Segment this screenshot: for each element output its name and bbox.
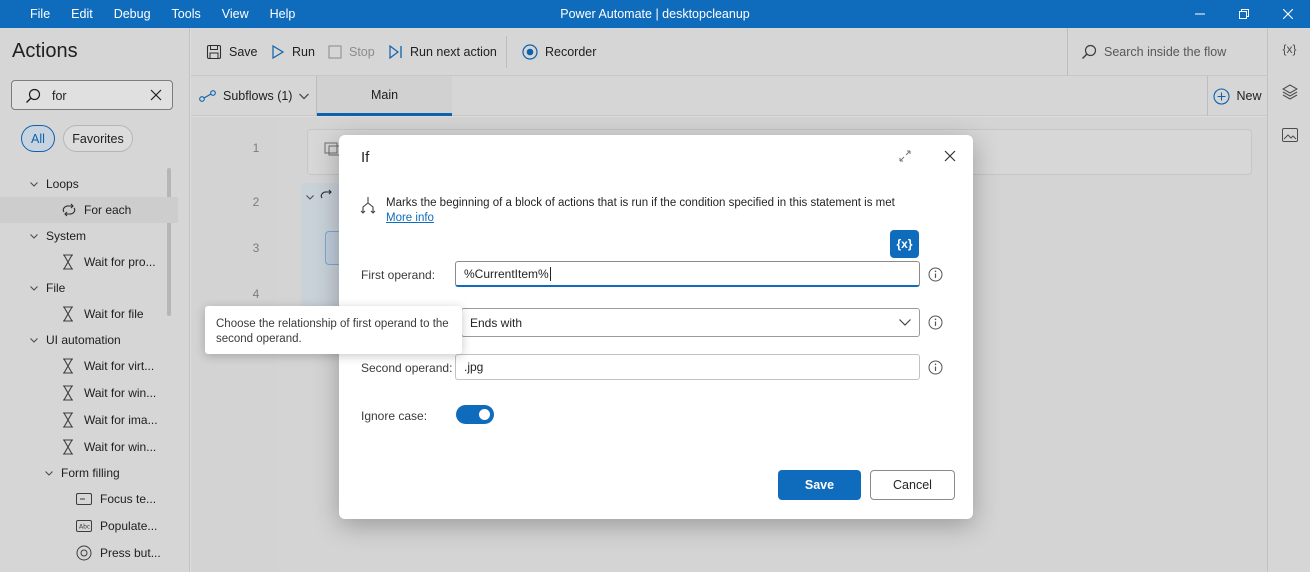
more-info-link[interactable]: More info [386, 212, 434, 224]
expand-icon[interactable] [898, 149, 912, 163]
minimize-icon [1195, 13, 1205, 15]
first-operand-input[interactable]: %CurrentItem% [455, 261, 920, 287]
info-icon[interactable] [928, 267, 943, 282]
ignore-case-label: Ignore case: [361, 409, 428, 423]
first-operand-label: First operand: [361, 268, 436, 282]
close-icon [1283, 9, 1293, 19]
operator-dropdown[interactable]: Ends with [461, 308, 920, 337]
menu-tools[interactable]: Tools [172, 7, 201, 21]
menu-bar: File Edit Debug Tools View Help [30, 0, 316, 28]
menu-edit[interactable]: Edit [71, 7, 93, 21]
second-operand-label: Second operand: [361, 361, 453, 375]
second-operand-input[interactable]: .jpg [455, 354, 920, 380]
minimize-button[interactable] [1178, 0, 1222, 28]
chevron-down-icon [899, 319, 911, 326]
menu-view[interactable]: View [222, 7, 249, 21]
close-icon[interactable] [943, 149, 957, 163]
menu-debug[interactable]: Debug [114, 7, 151, 21]
ignore-case-toggle[interactable] [456, 405, 494, 424]
branch-icon [360, 197, 376, 214]
operator-tooltip: Choose the relationship of first operand… [205, 306, 462, 354]
menu-file[interactable]: File [30, 7, 50, 21]
dialog-title: If [361, 149, 370, 166]
cancel-button[interactable]: Cancel [870, 470, 955, 500]
first-operand-value: %CurrentItem% [464, 266, 549, 281]
save-button[interactable]: Save [778, 470, 861, 500]
operator-value: Ends with [470, 315, 523, 330]
info-icon[interactable] [928, 360, 943, 375]
restore-button[interactable] [1222, 0, 1266, 28]
insert-variable-button[interactable]: {x} [890, 230, 919, 258]
dialog-description: Marks the beginning of a block of action… [386, 197, 895, 209]
title-bar: File Edit Debug Tools View Help Power Au… [0, 0, 1310, 28]
restore-icon [1239, 9, 1249, 19]
info-icon[interactable] [928, 315, 943, 330]
second-operand-value: .jpg [464, 360, 484, 374]
menu-help[interactable]: Help [270, 7, 296, 21]
close-window-button[interactable] [1266, 0, 1310, 28]
toggle-knob [479, 409, 490, 420]
